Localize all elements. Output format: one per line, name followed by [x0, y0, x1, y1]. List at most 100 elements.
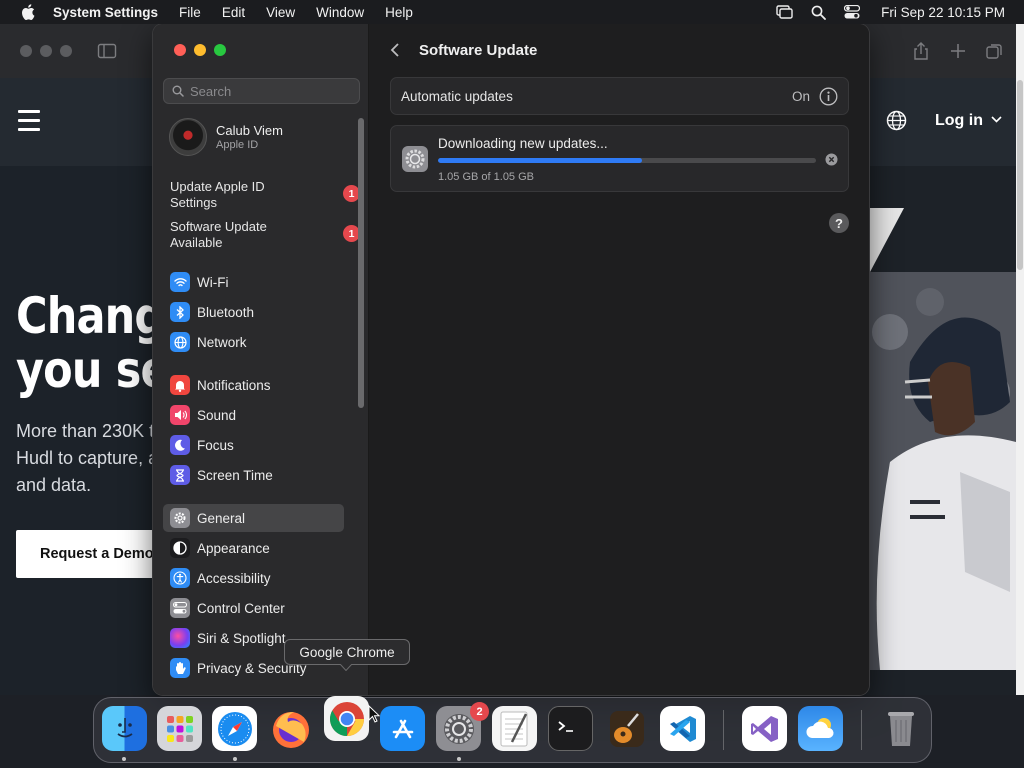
sidebar-toggle-icon[interactable]	[97, 41, 117, 61]
moon-icon	[170, 435, 190, 455]
hourglass-icon	[170, 465, 190, 485]
search-box[interactable]	[163, 78, 360, 104]
download-progress-bar	[438, 158, 816, 163]
apple-id-account[interactable]: Calub Viem Apple ID	[169, 118, 283, 156]
hamburger-menu-icon[interactable]	[18, 110, 40, 137]
update-apple-id-settings-item[interactable]: Update Apple ID Settings 1	[170, 179, 360, 211]
browser-zoom-button[interactable]	[60, 45, 72, 57]
sidebar-item-focus[interactable]: Focus	[163, 431, 344, 459]
apple-menu-icon[interactable]	[17, 4, 39, 20]
sidebar-item-control-center[interactable]: Control Center	[163, 594, 344, 622]
screen-mirroring-icon[interactable]	[775, 3, 793, 21]
page-title: Software Update	[419, 42, 538, 59]
hero-football-player-image	[870, 272, 1016, 670]
menu-window[interactable]: Window	[316, 5, 364, 20]
chrome-icon[interactable]	[324, 696, 369, 741]
request-demo-button[interactable]: Request a Demo	[16, 530, 176, 578]
garageband-icon[interactable]	[604, 706, 649, 751]
window-minimize-button[interactable]	[194, 44, 206, 56]
automatic-updates-label: Automatic updates	[401, 89, 513, 104]
siri-icon	[170, 628, 190, 648]
speaker-icon	[170, 405, 190, 425]
launchpad-icon[interactable]	[157, 706, 202, 751]
menu-app-name[interactable]: System Settings	[53, 5, 158, 20]
globe-icon	[170, 332, 190, 352]
sidebar-item-label: Focus	[197, 437, 234, 453]
control-center-icon[interactable]	[843, 3, 861, 21]
login-label: Log in	[935, 112, 983, 129]
language-globe-icon[interactable]	[886, 110, 907, 136]
download-status-card: Downloading new updates... 1.05 GB of 1.…	[390, 125, 849, 192]
search-input[interactable]	[190, 83, 350, 99]
system-settings-window: Calub Viem Apple ID Update Apple ID Sett…	[153, 24, 869, 695]
automatic-updates-value: On	[791, 89, 810, 104]
bluetooth-icon	[170, 302, 190, 322]
sidebar-item-label: Siri & Spotlight	[197, 630, 286, 646]
sidebar-item-network[interactable]: Network	[163, 328, 344, 356]
sidebar-item-wifi[interactable]: Wi-Fi	[163, 268, 344, 296]
trash-icon[interactable]	[878, 706, 923, 751]
browser-scrollbar[interactable]	[1016, 24, 1024, 695]
app-store-icon[interactable]	[380, 706, 425, 751]
info-icon[interactable]	[819, 87, 838, 111]
firefox-icon[interactable]	[268, 706, 313, 751]
software-update-available-item[interactable]: Software Update Available 1	[170, 219, 360, 251]
back-button[interactable]	[389, 42, 401, 63]
sidebar-item-appearance[interactable]: Appearance	[163, 534, 344, 562]
notice-label-line-1: Software Update	[170, 219, 267, 234]
settings-sidebar: Calub Viem Apple ID Update Apple ID Sett…	[153, 24, 369, 695]
wifi-icon	[170, 272, 190, 292]
hero-stripe-graphic	[870, 208, 904, 272]
new-tab-icon[interactable]	[948, 41, 968, 61]
tab-overview-icon[interactable]	[985, 41, 1005, 61]
system-settings-gear-icon	[402, 146, 428, 177]
chevron-down-icon	[991, 116, 1003, 123]
menu-edit[interactable]: Edit	[222, 5, 245, 20]
sidebar-item-sound[interactable]: Sound	[163, 401, 344, 429]
notice-label-line-1: Update Apple ID	[170, 179, 265, 194]
menu-file[interactable]: File	[179, 5, 201, 20]
finder-icon[interactable]	[102, 706, 147, 751]
help-button[interactable]: ?	[829, 213, 849, 233]
sidebar-item-general[interactable]: General	[163, 504, 344, 532]
sidebar-item-notifications[interactable]: Notifications	[163, 371, 344, 399]
weather-icon[interactable]	[798, 706, 843, 751]
sidebar-item-accessibility[interactable]: Accessibility	[163, 564, 344, 592]
chevron-left-icon	[390, 43, 399, 57]
menu-clock[interactable]: Fri Sep 22 10:15 PM	[881, 5, 1005, 20]
search-icon	[172, 85, 184, 97]
close-icon	[825, 153, 838, 166]
download-size: 1.05 GB of 1.05 GB	[438, 171, 535, 183]
download-title: Downloading new updates...	[438, 136, 608, 151]
vscode-icon[interactable]	[660, 706, 705, 751]
login-link[interactable]: Log in	[935, 112, 1003, 130]
tooltip-arrow	[340, 664, 352, 671]
safari-running-indicator	[233, 757, 237, 761]
safari-icon[interactable]	[212, 706, 257, 751]
share-icon[interactable]	[911, 41, 931, 61]
browser-minimize-button[interactable]	[40, 45, 52, 57]
sidebar-scrollbar[interactable]	[358, 118, 364, 408]
menu-help[interactable]: Help	[385, 5, 413, 20]
menu-view[interactable]: View	[266, 5, 295, 20]
gear-icon	[170, 508, 190, 528]
sidebar-item-screen-time[interactable]: Screen Time	[163, 461, 344, 489]
bell-icon	[170, 375, 190, 395]
dock-separator	[723, 710, 724, 750]
sidebar-item-label: Appearance	[197, 540, 270, 556]
notice-label-line-2: Settings	[170, 195, 217, 210]
window-zoom-button[interactable]	[214, 44, 226, 56]
cancel-download-button[interactable]	[825, 153, 838, 171]
terminal-icon[interactable]	[548, 706, 593, 751]
sidebar-item-bluetooth[interactable]: Bluetooth	[163, 298, 344, 326]
appearance-icon	[170, 538, 190, 558]
finder-running-indicator	[122, 757, 126, 761]
window-close-button[interactable]	[174, 44, 186, 56]
sidebar-item-label: General	[197, 510, 246, 526]
dock-tooltip: Google Chrome	[284, 639, 410, 665]
visual-studio-icon[interactable]	[742, 706, 787, 751]
browser-close-button[interactable]	[20, 45, 32, 57]
browser-scrollbar-thumb[interactable]	[1017, 80, 1023, 270]
spotlight-search-icon[interactable]	[809, 3, 827, 21]
textedit-icon[interactable]	[492, 706, 537, 751]
